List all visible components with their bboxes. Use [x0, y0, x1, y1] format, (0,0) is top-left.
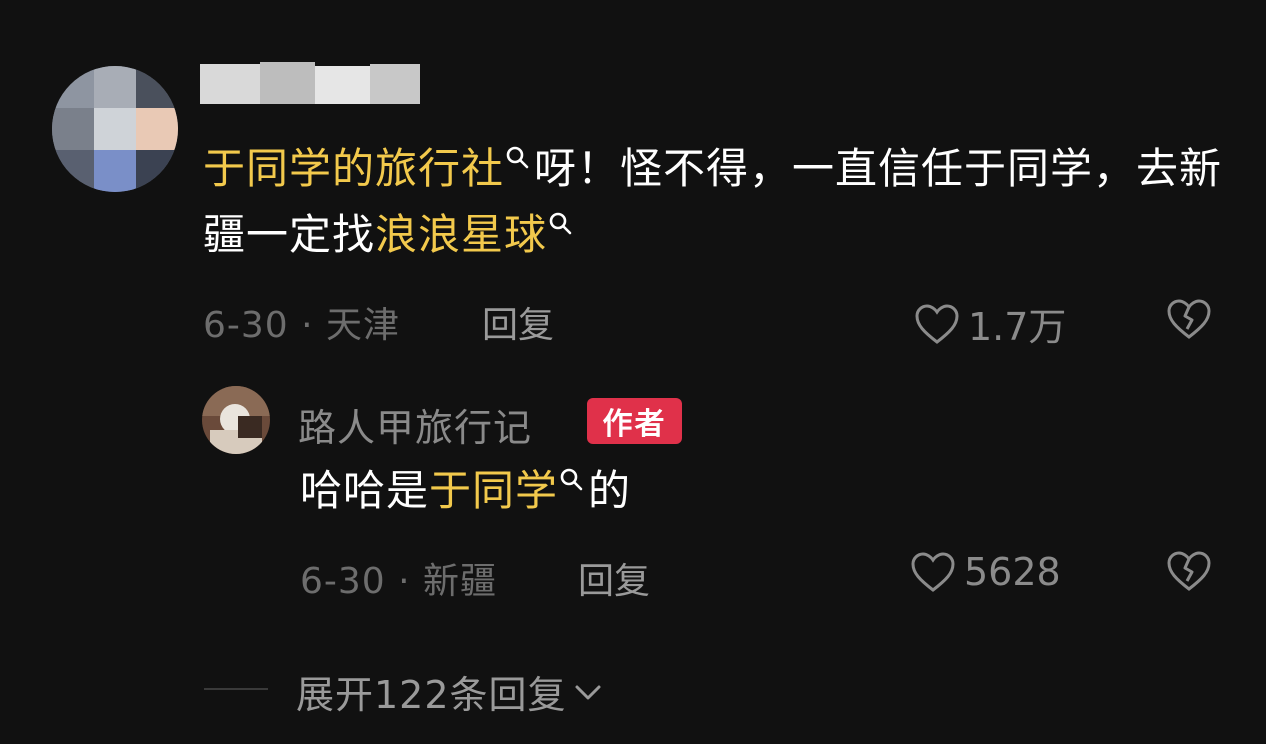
reply-text: 哈哈是于同学的 — [300, 466, 632, 515]
like-count: 1.7万 — [968, 305, 1067, 349]
like-button[interactable]: 5628 — [910, 550, 1061, 594]
comment-avatar[interactable] — [52, 66, 178, 192]
chevron-down-icon — [575, 685, 601, 699]
reply-author-name[interactable]: 路人甲旅行记 — [298, 397, 532, 452]
comment-text: 于同学的旅行社 呀！怪不得，一直信任于同学，去新疆一定找浪浪星球 — [203, 144, 1223, 259]
like-button[interactable]: 1.7万 — [914, 296, 1066, 351]
broken-heart-icon — [1167, 299, 1211, 339]
reply-meta: 6-30 · 新疆 — [300, 561, 498, 602]
divider — [204, 688, 268, 690]
search-icon — [560, 468, 583, 491]
author-badge: 作者 — [587, 398, 682, 444]
dislike-button[interactable] — [1166, 298, 1212, 344]
keyword-link[interactable]: 浪浪星球 — [375, 210, 547, 259]
comment-username-blurred[interactable] — [200, 62, 420, 108]
keyword-link[interactable]: 于同学的旅行社 — [203, 144, 504, 193]
reply-button[interactable]: 回复 — [482, 296, 554, 348]
like-count: 5628 — [964, 550, 1061, 594]
search-icon — [549, 212, 572, 235]
expand-replies-label: 展开122条回复 — [296, 673, 567, 717]
dislike-button[interactable] — [1166, 550, 1212, 596]
reply-avatar[interactable] — [202, 386, 270, 454]
heart-icon — [911, 552, 955, 592]
comment-meta: 6-30 · 天津 — [203, 305, 401, 346]
broken-heart-icon — [1167, 551, 1211, 591]
search-icon — [506, 146, 529, 169]
expand-replies-button[interactable]: 展开122条回复 — [296, 664, 603, 719]
keyword-link[interactable]: 于同学 — [429, 466, 558, 515]
heart-icon — [915, 303, 959, 344]
reply-button[interactable]: 回复 — [578, 552, 650, 604]
